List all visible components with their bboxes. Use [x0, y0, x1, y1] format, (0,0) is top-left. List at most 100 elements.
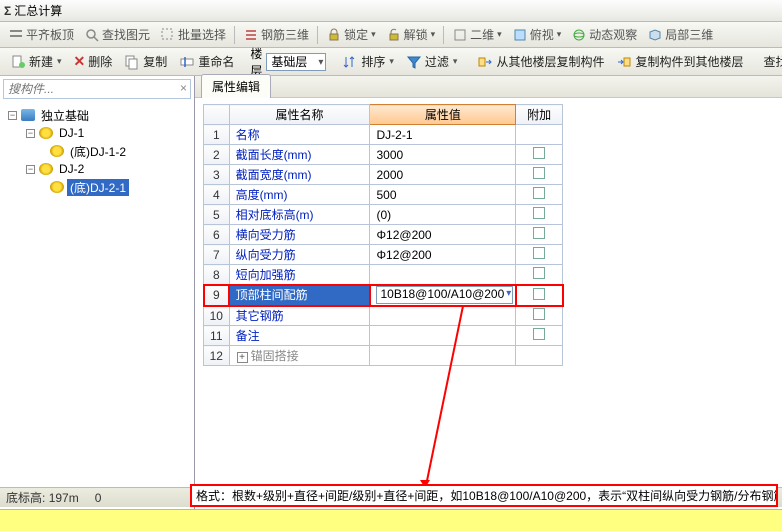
btn-sort[interactable]: 排序▾ [338, 51, 398, 72]
dot-icon [50, 145, 64, 157]
tool-2d[interactable]: 二维▾ [448, 24, 506, 45]
prop-name: 截面宽度(mm) [229, 165, 370, 185]
tool-unlock[interactable]: 解锁▾ [382, 24, 440, 45]
dot-icon [50, 181, 64, 193]
prop-extra[interactable] [516, 145, 563, 165]
search-input[interactable] [3, 79, 191, 99]
checkbox-icon[interactable] [533, 267, 545, 279]
btn-new[interactable]: 新建▾ [6, 51, 66, 72]
prop-extra[interactable] [516, 346, 563, 366]
prop-value[interactable] [370, 346, 516, 366]
table-row[interactable]: 7纵向受力筋Φ12@200 [204, 245, 563, 265]
row-number: 11 [204, 326, 230, 346]
prop-extra[interactable] [516, 225, 563, 245]
checkbox-icon[interactable] [533, 308, 545, 320]
row-number: 8 [204, 265, 230, 285]
collapse-icon[interactable]: − [26, 129, 35, 138]
table-row[interactable]: 5相对底标高(m)(0) [204, 205, 563, 225]
checkbox-icon[interactable] [533, 227, 545, 239]
tree-node-dj2[interactable]: −DJ-2 [2, 160, 192, 178]
tool-find-element[interactable]: 查找图元 [80, 24, 154, 45]
tab-property-edit[interactable]: 属性编辑 [201, 74, 271, 98]
clear-icon[interactable]: × [180, 81, 187, 95]
tree-root[interactable]: −独立基础 [2, 106, 192, 124]
align-icon [8, 27, 24, 43]
prop-value[interactable]: Φ12@200 [370, 245, 516, 265]
checkbox-icon[interactable] [533, 147, 545, 159]
col-extra: 附加 [516, 105, 563, 125]
collapse-icon[interactable]: − [26, 165, 35, 174]
table-header: 属性名称 属性值 附加 [204, 105, 563, 125]
tool-partial-3d[interactable]: 局部三维 [643, 24, 717, 45]
checkbox-icon[interactable] [533, 288, 545, 300]
tree-leaf-dj2-1[interactable]: (底)DJ-2-1 [2, 178, 192, 196]
btn-delete[interactable]: ✕删除 [70, 51, 117, 72]
table-row[interactable]: 12+锚固搭接 [204, 346, 563, 366]
table-row[interactable]: 1名称DJ-2-1 [204, 125, 563, 145]
tree-node-dj1[interactable]: −DJ-1 [2, 124, 192, 142]
table-row[interactable]: 10其它钢筋 [204, 306, 563, 326]
prop-value[interactable]: DJ-2-1 [370, 125, 516, 145]
checkbox-icon[interactable] [533, 187, 545, 199]
checkbox-icon[interactable] [533, 247, 545, 259]
prop-value[interactable]: 3000 [370, 145, 516, 165]
prop-value[interactable]: Φ12@200 [370, 225, 516, 245]
prop-extra[interactable] [516, 306, 563, 326]
prop-extra[interactable] [516, 245, 563, 265]
checkbox-icon[interactable] [533, 328, 545, 340]
format-tip: 格式：根数+级别+直径+间距/级别+直径+间距，如10B18@100/A10@2… [190, 484, 778, 507]
prop-value[interactable]: 500 [370, 185, 516, 205]
prop-extra[interactable] [516, 326, 563, 346]
copyfrom-icon [477, 54, 493, 70]
title-bar: Σ 汇总计算 [0, 0, 782, 22]
floor-combo[interactable]: 基础层 [266, 53, 326, 71]
dot-icon [39, 127, 53, 139]
dot-icon [39, 163, 53, 175]
prop-value[interactable]: 2000 [370, 165, 516, 185]
checkbox-icon[interactable] [533, 167, 545, 179]
tool-orbit[interactable]: 动态观察 [567, 24, 641, 45]
prop-value[interactable]: (0) [370, 205, 516, 225]
btn-find[interactable]: 查找▾ [759, 51, 782, 72]
prop-extra[interactable] [516, 125, 563, 145]
row-number: 12 [204, 346, 230, 366]
prop-extra[interactable] [516, 285, 563, 306]
tool-rebar-3d[interactable]: 钢筋三维 [239, 24, 313, 45]
tool-lock[interactable]: 锁定▾ [322, 24, 380, 45]
tool-level-top[interactable]: 平齐板顶 [4, 24, 78, 45]
tool-top-view[interactable]: 俯视▾ [508, 24, 566, 45]
table-row[interactable]: 3截面宽度(mm)2000 [204, 165, 563, 185]
btn-rename[interactable]: 重命名 [175, 51, 238, 72]
row-number: 3 [204, 165, 230, 185]
prop-value[interactable] [370, 265, 516, 285]
table-row[interactable]: 6横向受力筋Φ12@200 [204, 225, 563, 245]
btn-copy[interactable]: 复制 [120, 51, 171, 72]
table-row[interactable]: 9顶部柱间配筋10B18@100/A10@200 [204, 285, 563, 306]
btn-copy-to[interactable]: 复制构件到其他楼层 [612, 51, 747, 72]
btn-copy-from[interactable]: 从其他楼层复制构件 [473, 51, 608, 72]
prop-extra[interactable] [516, 185, 563, 205]
sort-icon [342, 54, 358, 70]
table-row[interactable]: 8短向加强筋 [204, 265, 563, 285]
table-row[interactable]: 2截面长度(mm)3000 [204, 145, 563, 165]
btn-filter[interactable]: 过滤▾ [402, 51, 462, 72]
lock-icon [326, 27, 342, 43]
prop-value[interactable]: 10B18@100/A10@200 [370, 285, 516, 306]
row-number: 6 [204, 225, 230, 245]
checkbox-icon[interactable] [533, 207, 545, 219]
expand-icon[interactable]: + [237, 352, 248, 363]
prop-extra[interactable] [516, 205, 563, 225]
prop-value[interactable] [370, 326, 516, 346]
search-box[interactable]: × [3, 79, 191, 99]
table-row[interactable]: 4高度(mm)500 [204, 185, 563, 205]
prop-value[interactable] [370, 306, 516, 326]
table-row[interactable]: 11备注 [204, 326, 563, 346]
collapse-icon[interactable]: − [8, 111, 17, 120]
tool-batch-select[interactable]: 批量选择 [156, 24, 230, 45]
row-number: 2 [204, 145, 230, 165]
sigma-icon: Σ [4, 4, 11, 18]
2d-icon [452, 27, 468, 43]
prop-extra[interactable] [516, 265, 563, 285]
tree-leaf-dj1-2[interactable]: (底)DJ-1-2 [2, 142, 192, 160]
prop-extra[interactable] [516, 165, 563, 185]
